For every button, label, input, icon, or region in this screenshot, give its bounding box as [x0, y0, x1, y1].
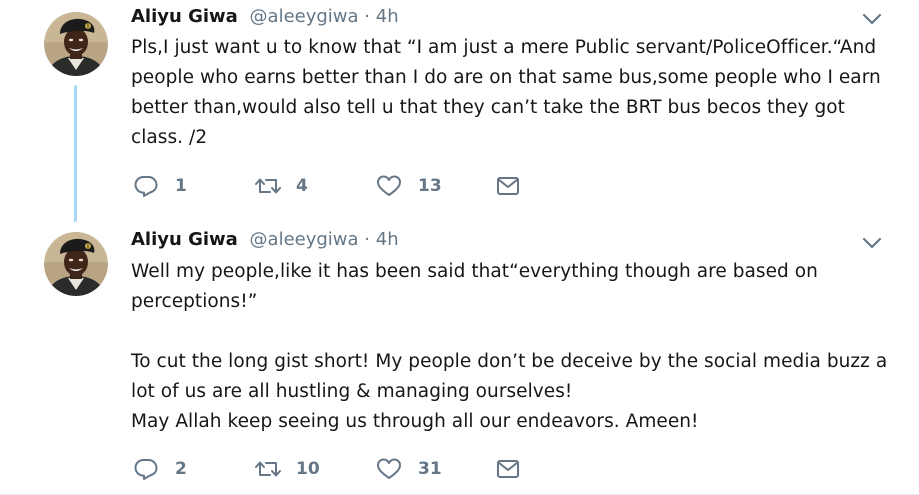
tweet-actions: 2 10 31: [133, 455, 553, 483]
tweet-paragraph: Well my people,like it has been said tha…: [131, 261, 818, 312]
chevron-down-icon[interactable]: [860, 10, 884, 28]
retweet-count: 10: [296, 459, 320, 479]
tweet-text: Pls,I just want u to know that “I am jus…: [131, 33, 891, 153]
thread-connector-line: [74, 85, 77, 222]
retweet-icon: [254, 458, 282, 480]
retweet-button[interactable]: 10: [254, 455, 320, 483]
author-name[interactable]: Aliyu Giwa: [131, 229, 238, 250]
author-handle[interactable]: @aleeygiwa: [250, 229, 359, 250]
direct-message-icon: [496, 175, 520, 197]
direct-message-icon: [496, 458, 520, 480]
like-button[interactable]: 31: [376, 455, 442, 483]
avatar[interactable]: [44, 12, 108, 76]
tweet-paragraph: Pls,I just want u to know that “I am jus…: [131, 37, 881, 148]
timestamp[interactable]: 4h: [376, 6, 399, 27]
retweet-count: 4: [296, 176, 308, 196]
like-button[interactable]: 13: [376, 172, 442, 200]
direct-message-button[interactable]: [496, 455, 520, 483]
chevron-down-icon[interactable]: [860, 234, 884, 252]
tweet-paragraph: To cut the long gist short! My people do…: [131, 351, 888, 402]
like-icon: [376, 457, 402, 481]
author-name[interactable]: Aliyu Giwa: [131, 6, 238, 27]
separator: ·: [364, 6, 371, 27]
timestamp[interactable]: 4h: [376, 229, 399, 250]
tweet[interactable]: Aliyu Giwa @aleeygiwa · 4h Pls,I just wa…: [0, 0, 919, 222]
separator: ·: [364, 229, 371, 250]
like-icon: [376, 174, 402, 198]
like-count: 13: [418, 176, 442, 196]
retweet-button[interactable]: 4: [254, 172, 308, 200]
tweet-header: Aliyu Giwa @aleeygiwa · 4h: [131, 6, 399, 27]
author-handle[interactable]: @aleeygiwa: [250, 6, 359, 27]
like-count: 31: [418, 459, 442, 479]
direct-message-button[interactable]: [496, 172, 520, 200]
tweet[interactable]: Aliyu Giwa @aleeygiwa · 4h Well my peopl…: [0, 222, 919, 494]
tweet-actions: 1 4 13: [133, 172, 553, 200]
avatar[interactable]: [44, 232, 108, 296]
reply-count: 1: [175, 176, 187, 196]
tweet-paragraph: May Allah keep seeing us through all our…: [131, 411, 699, 432]
reply-button[interactable]: 2: [133, 455, 187, 483]
tweet-text: Well my people,like it has been said tha…: [131, 257, 891, 437]
retweet-icon: [254, 175, 282, 197]
reply-icon: [133, 174, 159, 198]
reply-icon: [133, 457, 159, 481]
reply-count: 2: [175, 459, 187, 479]
tweet-header: Aliyu Giwa @aleeygiwa · 4h: [131, 229, 399, 250]
reply-button[interactable]: 1: [133, 172, 187, 200]
